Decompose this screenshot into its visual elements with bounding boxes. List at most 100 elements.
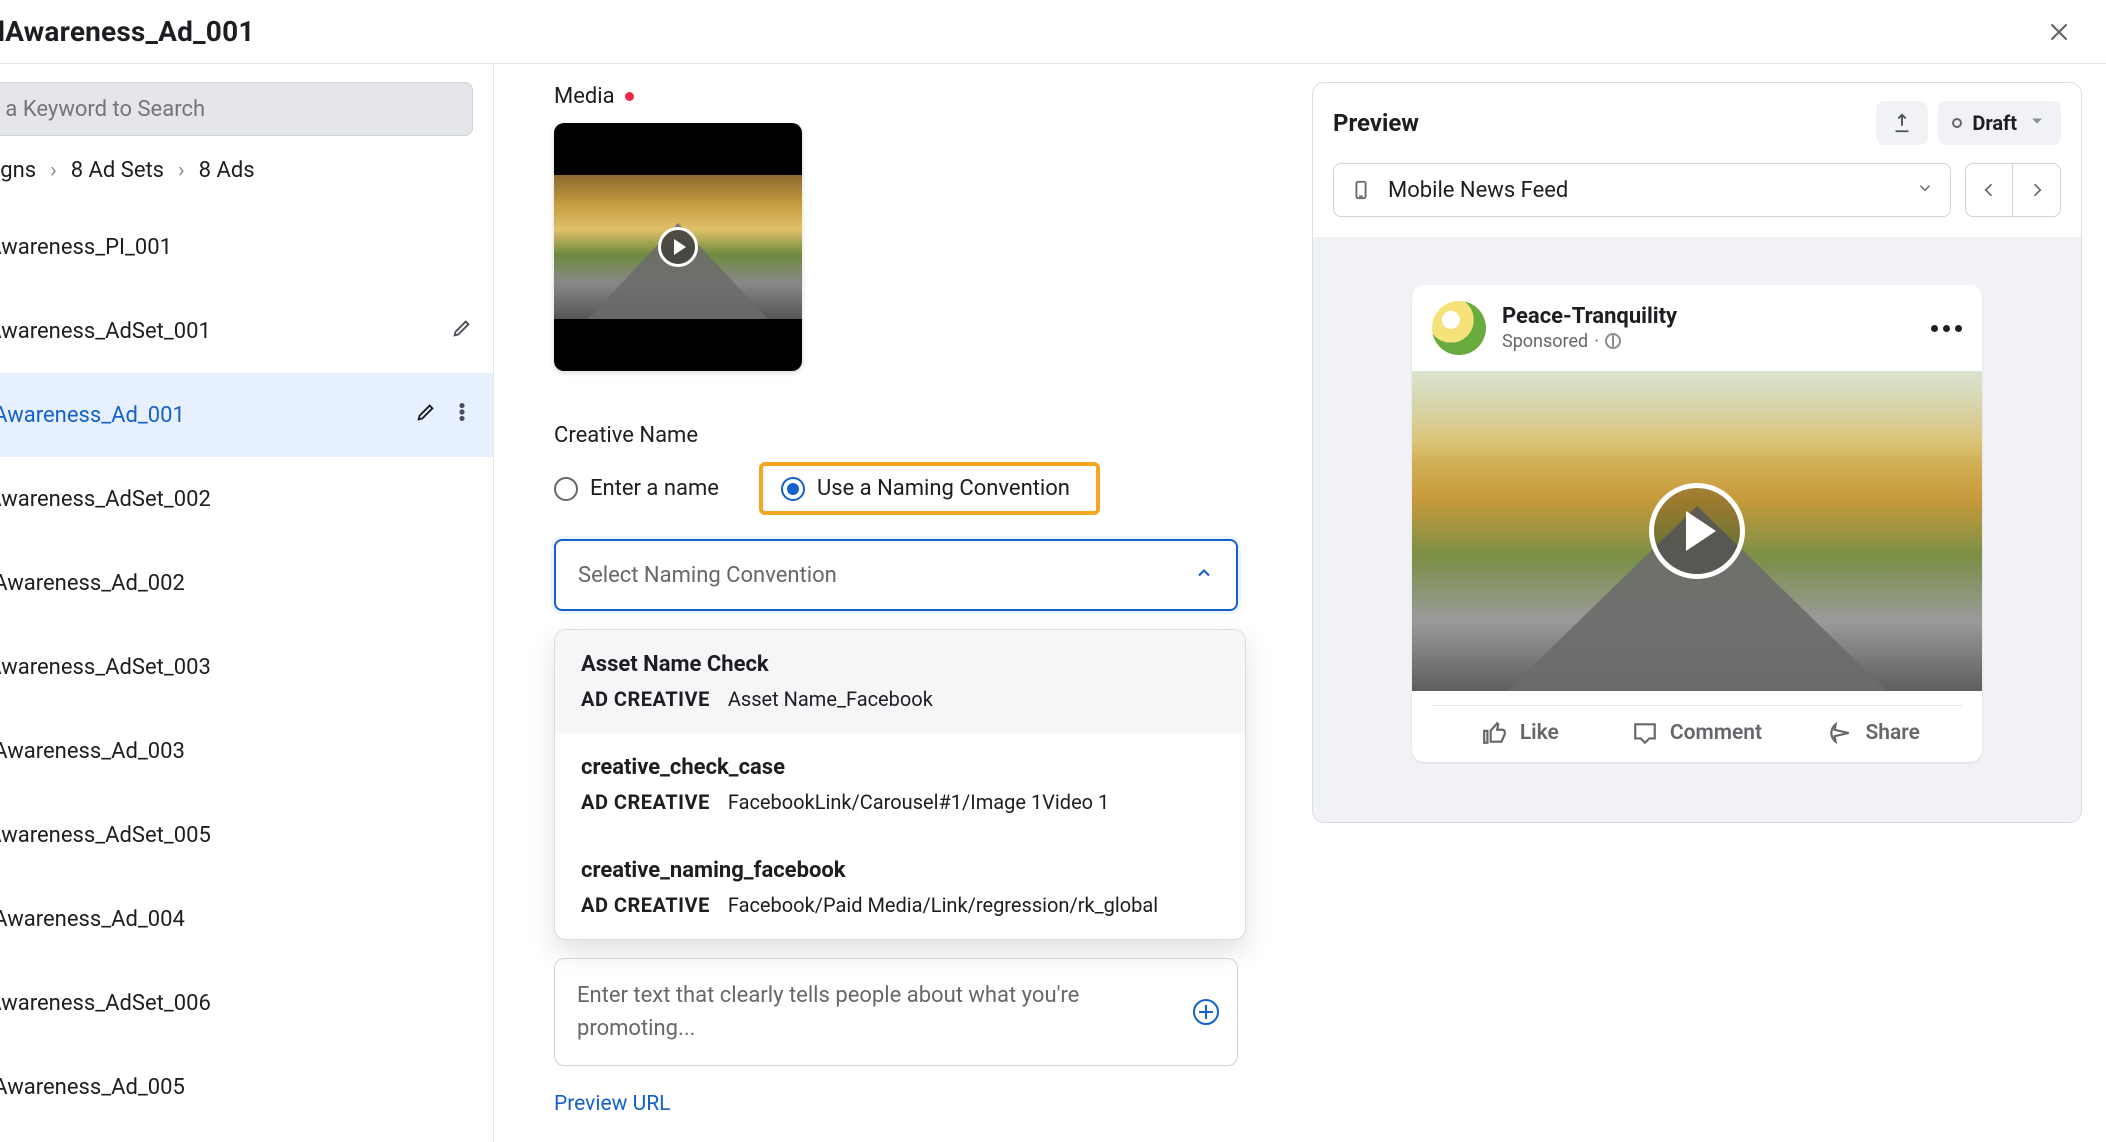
preview-panel: Preview Draft Mobile News Feed [1312,64,2106,1142]
menu-item-value: Facebook/Paid Media/Link/regression/rk_g… [728,893,1158,917]
prev-button[interactable] [1965,163,2013,217]
preview-nav [1965,163,2061,217]
tree-item-label: BrandAwareness_Ad_001 [0,403,185,428]
radio-label: Use a Naming Convention [817,476,1070,501]
play-icon [1649,483,1745,579]
status-dropdown[interactable]: Draft [1938,101,2061,145]
tree-item-ad-selected[interactable]: BrandAwareness_Ad_001 [0,373,493,457]
post-preview: Peace-Tranquility Sponsored · [1412,285,1982,762]
tree-item-label: BrandAwareness_Ad_002 [0,571,185,596]
preview-canvas: Peace-Tranquility Sponsored · [1313,237,2081,822]
window-title: BrandAwareness_Ad_001 [0,15,255,48]
comment-button[interactable]: Comment [1609,720,1786,746]
tree-item-adset[interactable]: BrandAwareness_AdSet_003 [0,625,493,709]
more-icon[interactable] [451,401,473,429]
breadcrumb-adsets[interactable]: 8 Ad Sets [71,158,164,183]
radio-icon [781,477,805,501]
radio-enter-name[interactable]: Enter a name [554,476,719,501]
chevron-right-icon: › [178,158,185,183]
radio-label: Enter a name [590,476,719,501]
search-input[interactable] [0,82,473,136]
sidebar: Campaigns › 8 Ad Sets › 8 Ads BrandAware… [0,64,494,1142]
avatar [1432,301,1486,355]
placement-label: Mobile News Feed [1388,178,1568,203]
menu-item-subtitle: AD CREATIVE FacebookLink/Carousel#1/Image… [581,790,1219,814]
menu-item-tag: AD CREATIVE [581,790,710,814]
comment-label: Comment [1670,721,1762,745]
tree-item-adset[interactable]: BrandAwareness_AdSet_002 [0,457,493,541]
share-icon [1827,720,1853,746]
status-label: Draft [1972,111,2017,135]
menu-item-value: FacebookLink/Carousel#1/Image 1Video 1 [728,790,1109,814]
comment-icon [1632,720,1658,746]
preview-url-link[interactable]: Preview URL [554,1092,1252,1116]
tree-item-ad[interactable]: BrandAwareness_Ad_003 [0,709,493,793]
close-button[interactable] [2042,15,2076,49]
menu-item-subtitle: AD CREATIVE Asset Name_Facebook [581,687,1219,711]
breadcrumb: Campaigns › 8 Ad Sets › 8 Ads [0,158,493,183]
menu-item-subtitle: AD CREATIVE Facebook/Paid Media/Link/regr… [581,893,1219,917]
description-placeholder: Enter text that clearly tells people abo… [577,979,1181,1045]
creative-name-section: Creative Name Enter a name Use a Naming … [554,423,1252,1116]
sponsored-text: Sponsored [1502,331,1588,352]
creative-name-radio-group: Enter a name Use a Naming Convention [554,462,1252,515]
globe-icon [1605,333,1621,349]
share-preview-button[interactable] [1876,101,1928,145]
description-input[interactable]: Enter text that clearly tells people abo… [554,958,1238,1066]
menu-item[interactable]: creative_check_case AD CREATIVEFacebookL… [555,733,1245,836]
tree-item-label: BrandAwareness_Ad_003 [0,739,185,764]
menu-item-value: Asset Name_Facebook [728,687,933,711]
media-label: Media [554,84,1252,109]
tree-item-label: BrandAwareness_AdSet_001 [0,319,211,344]
window-header: BrandAwareness_Ad_001 [0,0,2106,64]
menu-item[interactable]: Asset Name Check AD CREATIVE Asset Name_F… [555,630,1245,733]
placement-select[interactable]: Mobile News Feed [1333,163,1951,217]
post-sponsored: Sponsored · [1502,331,1677,352]
menu-item-title: Asset Name Check [581,652,1219,677]
preview-title: Preview [1333,109,1419,137]
columns: Campaigns › 8 Ad Sets › 8 Ads BrandAware… [0,64,2106,1142]
tree-item-campaign[interactable]: BrandAwareness_PI_001 [0,205,493,289]
next-button[interactable] [2013,163,2061,217]
menu-item-tag: AD CREATIVE [581,893,710,917]
menu-item-title: creative_naming_facebook [581,858,1219,883]
chevron-down-icon [1916,178,1934,202]
post-header: Peace-Tranquility Sponsored · [1412,285,1982,371]
menu-item[interactable]: creative_naming_facebook AD CREATIVE Face… [555,836,1245,939]
caret-down-icon [2027,111,2047,136]
close-icon [2046,19,2072,45]
tree-item-label: BrandAwareness_AdSet_005 [0,823,211,848]
breadcrumb-campaigns[interactable]: Campaigns [0,158,36,183]
naming-convention-menu: Asset Name Check AD CREATIVE Asset Name_F… [554,629,1246,940]
media-thumbnail[interactable] [554,123,802,371]
naming-convention-select[interactable]: Select Naming Convention [554,539,1238,611]
tree-item-adset[interactable]: BrandAwareness_AdSet_001 [0,289,493,373]
radio-use-naming-convention[interactable]: Use a Naming Convention [781,476,1070,501]
plus-circle-icon[interactable] [1193,999,1219,1025]
pencil-icon[interactable] [451,317,473,345]
tree-item-adset[interactable]: BrandAwareness_AdSet_005 [0,793,493,877]
breadcrumb-ads[interactable]: 8 Ads [199,158,255,183]
tree-item-adset[interactable]: BrandAwareness_AdSet_006 [0,961,493,1045]
like-button[interactable]: Like [1432,720,1609,746]
mobile-icon [1350,179,1372,201]
share-button[interactable]: Share [1785,720,1962,746]
form-area: Media Creative Name Enter a name Use a N… [494,64,1312,1142]
tree-item-ad[interactable]: BrandAwareness_Ad_004 [0,877,493,961]
tree: BrandAwareness_PI_001 BrandAwareness_AdS… [0,205,493,1129]
menu-item-tag: AD CREATIVE [581,687,710,711]
tree-item-ad[interactable]: BrandAwareness_Ad_002 [0,541,493,625]
post-media[interactable] [1412,371,1982,691]
preview-controls: Mobile News Feed [1313,163,2081,237]
tree-item-ad[interactable]: BrandAwareness_Ad_005 [0,1045,493,1129]
tree-item-label: BrandAwareness_PI_001 [0,235,172,260]
preview-card: Preview Draft Mobile News Feed [1312,82,2082,823]
tree-item-label: BrandAwareness_AdSet_002 [0,487,211,512]
required-dot-icon [625,92,634,101]
post-actions: Like Comment Share [1432,705,1962,762]
chevron-up-icon [1194,563,1214,588]
play-icon [658,227,698,267]
post-more-button[interactable] [1931,325,1962,332]
preview-header: Preview Draft [1313,83,2081,163]
pencil-icon[interactable] [415,401,437,429]
